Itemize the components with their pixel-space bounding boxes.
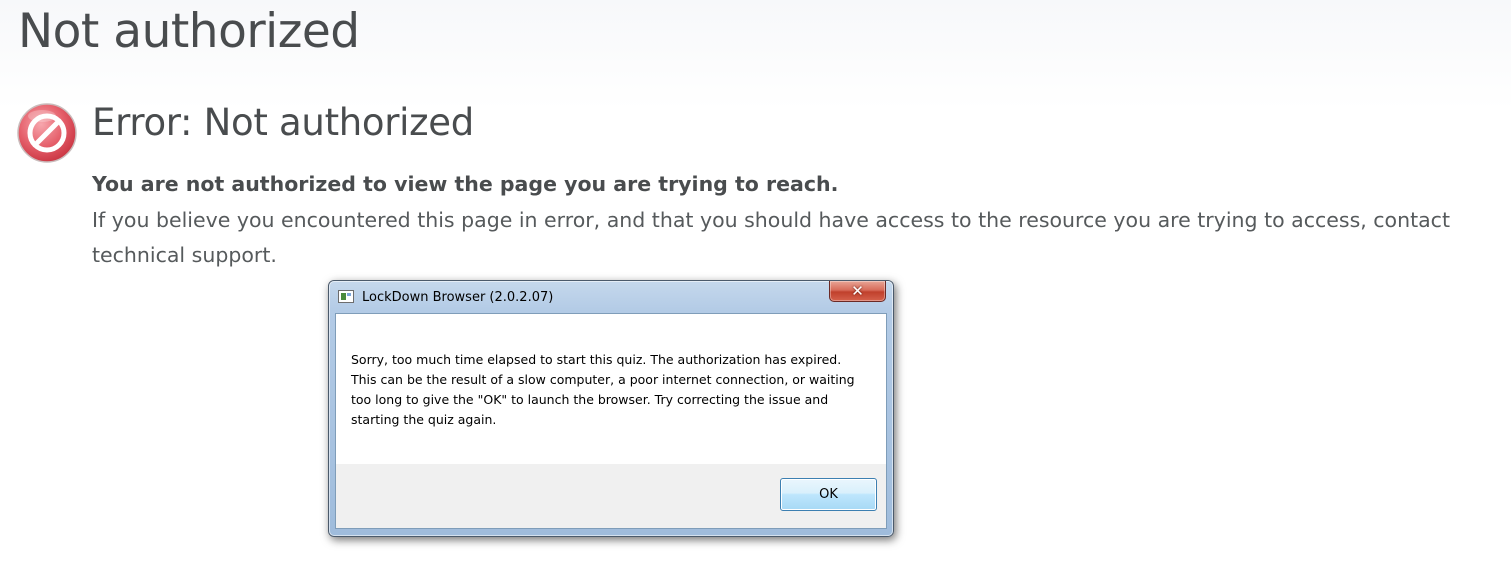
ok-button[interactable]: OK [780, 478, 877, 511]
error-message-strong: You are not authorized to view the page … [92, 172, 839, 196]
error-heading: Error: Not authorized [92, 101, 474, 144]
dialog-titlebar[interactable]: LockDown Browser (2.0.2.07) ✕ [329, 281, 893, 313]
close-button[interactable]: ✕ [829, 281, 886, 302]
dialog-body: Sorry, too much time elapsed to start th… [335, 313, 887, 529]
error-message-detail: If you believe you encountered this page… [92, 208, 1450, 267]
application-window-icon [338, 290, 354, 303]
dialog-title: LockDown Browser (2.0.2.07) [362, 290, 554, 305]
no-entry-icon [17, 103, 77, 163]
close-icon: ✕ [851, 282, 864, 300]
dialog-message: Sorry, too much time elapsed to start th… [351, 352, 855, 427]
lockdown-browser-dialog: LockDown Browser (2.0.2.07) ✕ Sorry, too… [328, 280, 894, 537]
page-title: Not authorized [18, 4, 360, 59]
dialog-message-area: Sorry, too much time elapsed to start th… [336, 314, 886, 464]
